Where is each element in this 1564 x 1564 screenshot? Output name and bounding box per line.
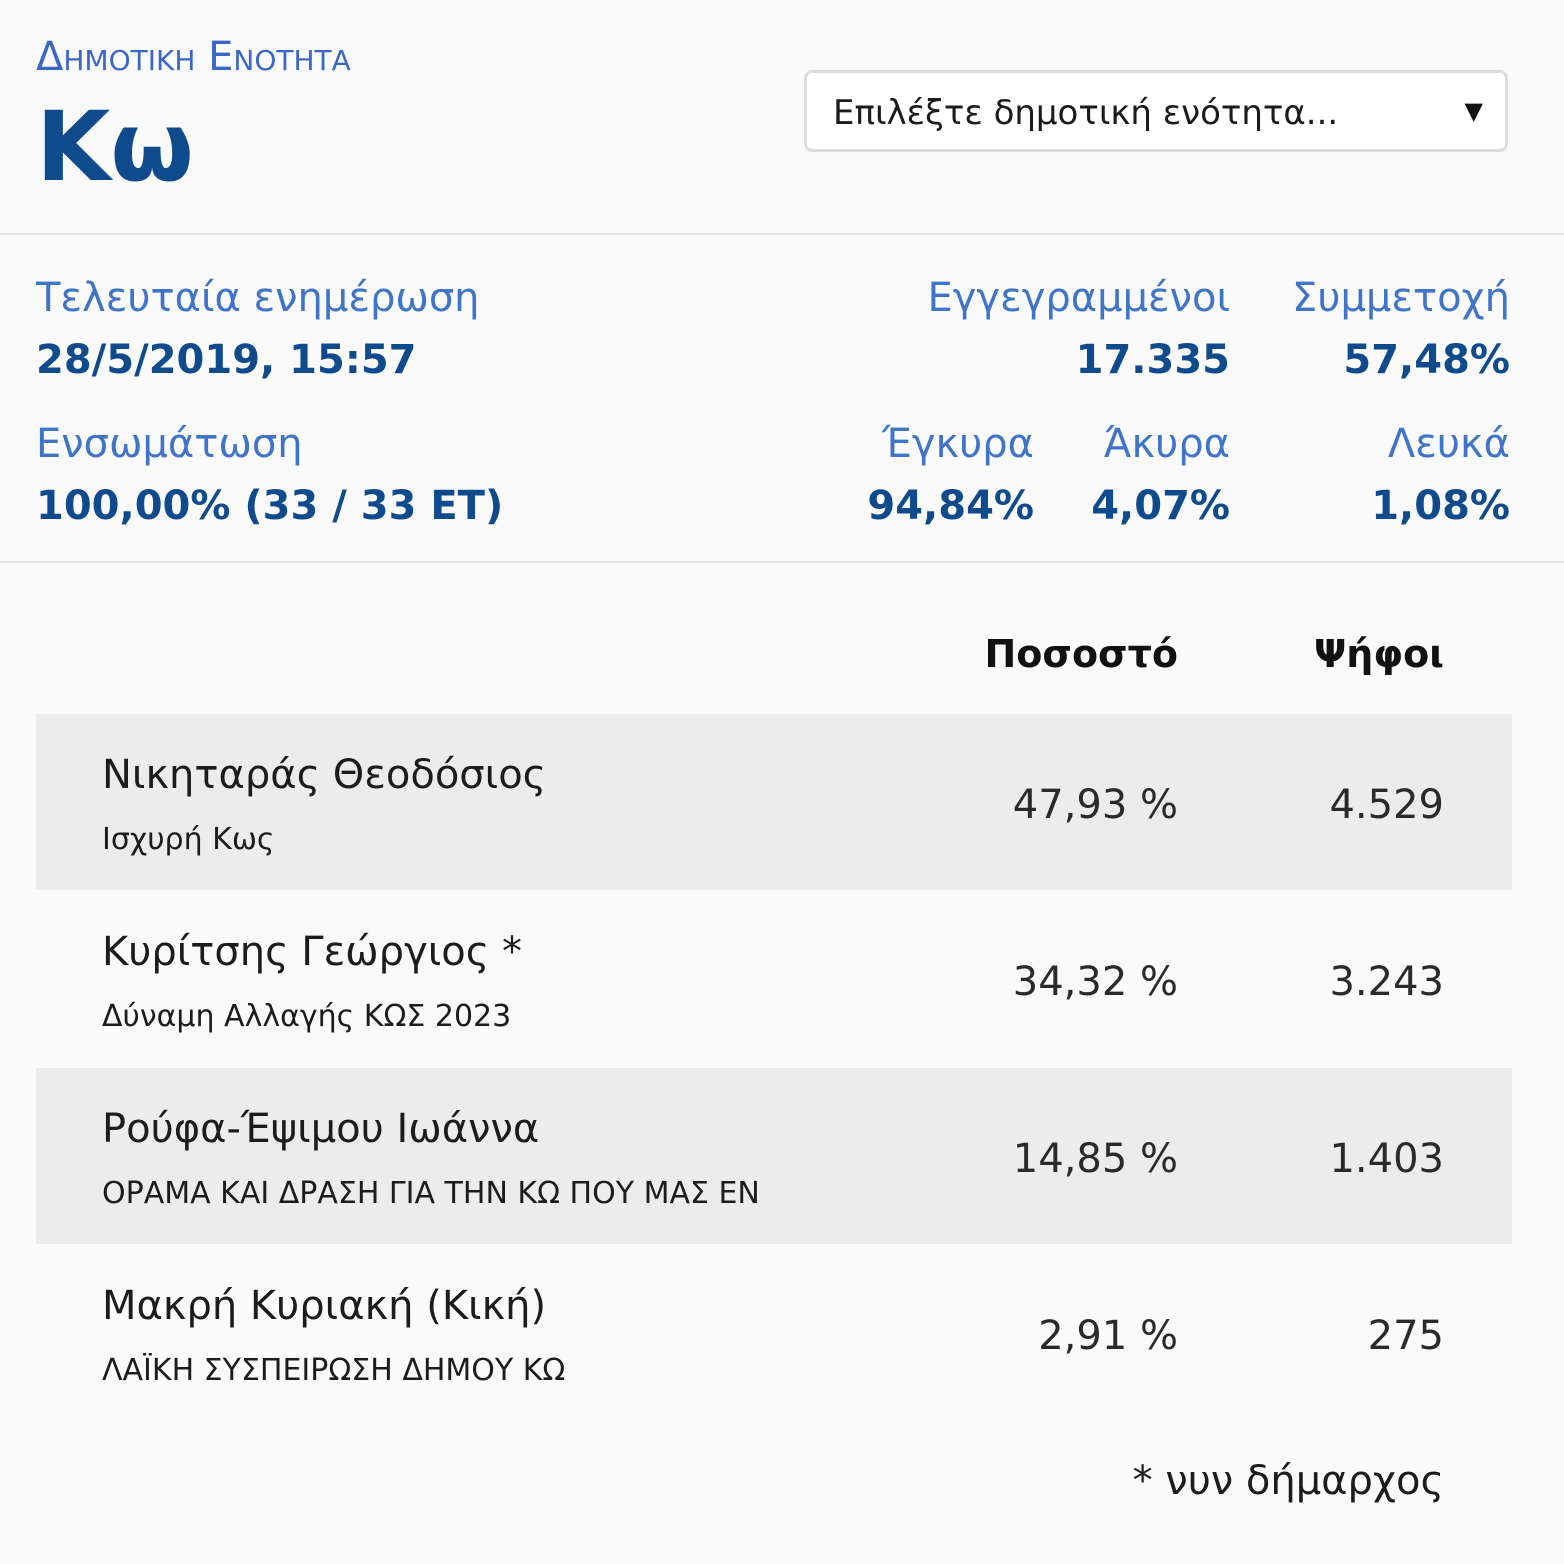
valid-label: Έγκυρα [882,421,1034,467]
candidate-percent: 14,85 % [1012,1136,1178,1182]
dropdown-arrow-icon[interactable]: ▼ [1465,97,1483,125]
blank-value: 1,08% [1371,483,1510,529]
stats-panel: Τελευταία ενημέρωση 28/5/2019, 15:57 Εγγ… [0,235,1564,563]
candidate-party: Δύναμη Αλλαγής ΚΩΣ 2023 [102,999,512,1034]
invalid-value: 4,07% [1091,483,1230,529]
footnote: * νυν δήμαρχος [1132,1458,1444,1504]
candidate-party: ΟΡΑΜΑ ΚΑΙ ΔΡΑΣΗ ΓΙΑ ΤΗΝ ΚΩ ΠΟΥ ΜΑΣ ΕΝ [102,1176,760,1211]
table-row: Ρούφα-Έψιμου Ιωάννα ΟΡΑΜΑ ΚΑΙ ΔΡΑΣΗ ΓΙΑ … [36,1068,1512,1244]
table-row: Νικηταράς Θεοδόσιος Ισχυρή Κως 47,93 % 4… [36,714,1512,890]
last-update-label: Τελευταία ενημέρωση [36,275,480,321]
registered-label: Εγγεγραμμένοι [927,275,1230,321]
candidate-name: Μακρή Κυριακή (Κική) [102,1283,547,1329]
valid-value: 94,84% [867,483,1034,529]
turnout-value: 57,48% [1343,337,1510,383]
last-update-value: 28/5/2019, 15:57 [36,337,417,383]
candidate-percent: 47,93 % [1012,782,1178,828]
candidate-name: Κυρίτσης Γεώργιος * [102,929,522,975]
votes-column-header: Ψήφοι [1314,632,1444,676]
turnout-label: Συμμετοχή [1292,275,1510,321]
candidate-party: Ισχυρή Κως [102,822,275,857]
candidate-name: Ρούφα-Έψιμου Ιωάννα [102,1106,540,1152]
municipal-unit-select[interactable]: Επιλέξτε δημοτική ενότητα... ▼ [804,70,1508,152]
invalid-label: Άκυρα [1103,421,1230,467]
candidate-percent: 34,32 % [1012,959,1178,1005]
select-placeholder: Επιλέξτε δημοτική ενότητα... [833,93,1339,133]
section-kicker: Δημοτικη Ενοτητα [36,34,351,80]
results-page: Δημοτικη Ενοτητα Κω Επιλέξτε δημοτική εν… [0,0,1564,1564]
page-header: Δημοτικη Ενοτητα Κω Επιλέξτε δημοτική εν… [0,0,1564,235]
candidate-name: Νικηταράς Θεοδόσιος [102,752,547,798]
candidate-votes: 1.403 [1329,1136,1444,1182]
registered-value: 17.335 [1075,337,1230,383]
percent-column-header: Ποσοστό [984,632,1178,676]
table-row: Κυρίτσης Γεώργιος * Δύναμη Αλλαγής ΚΩΣ 2… [36,891,1512,1067]
candidate-votes: 4.529 [1329,782,1444,828]
page-title: Κω [36,91,194,203]
candidate-votes: 3.243 [1329,959,1444,1005]
candidate-percent: 2,91 % [1038,1313,1178,1359]
integration-value: 100,00% (33 / 33 ΕΤ) [36,483,504,529]
candidate-party: ΛΑΪΚΗ ΣΥΣΠΕΙΡΩΣΗ ΔΗΜΟΥ ΚΩ [102,1353,566,1388]
table-row: Μακρή Κυριακή (Κική) ΛΑΪΚΗ ΣΥΣΠΕΙΡΩΣΗ ΔΗ… [36,1245,1512,1421]
blank-label: Λευκά [1387,421,1510,467]
integration-label: Ενσωμάτωση [36,421,303,467]
candidate-votes: 275 [1367,1313,1444,1359]
